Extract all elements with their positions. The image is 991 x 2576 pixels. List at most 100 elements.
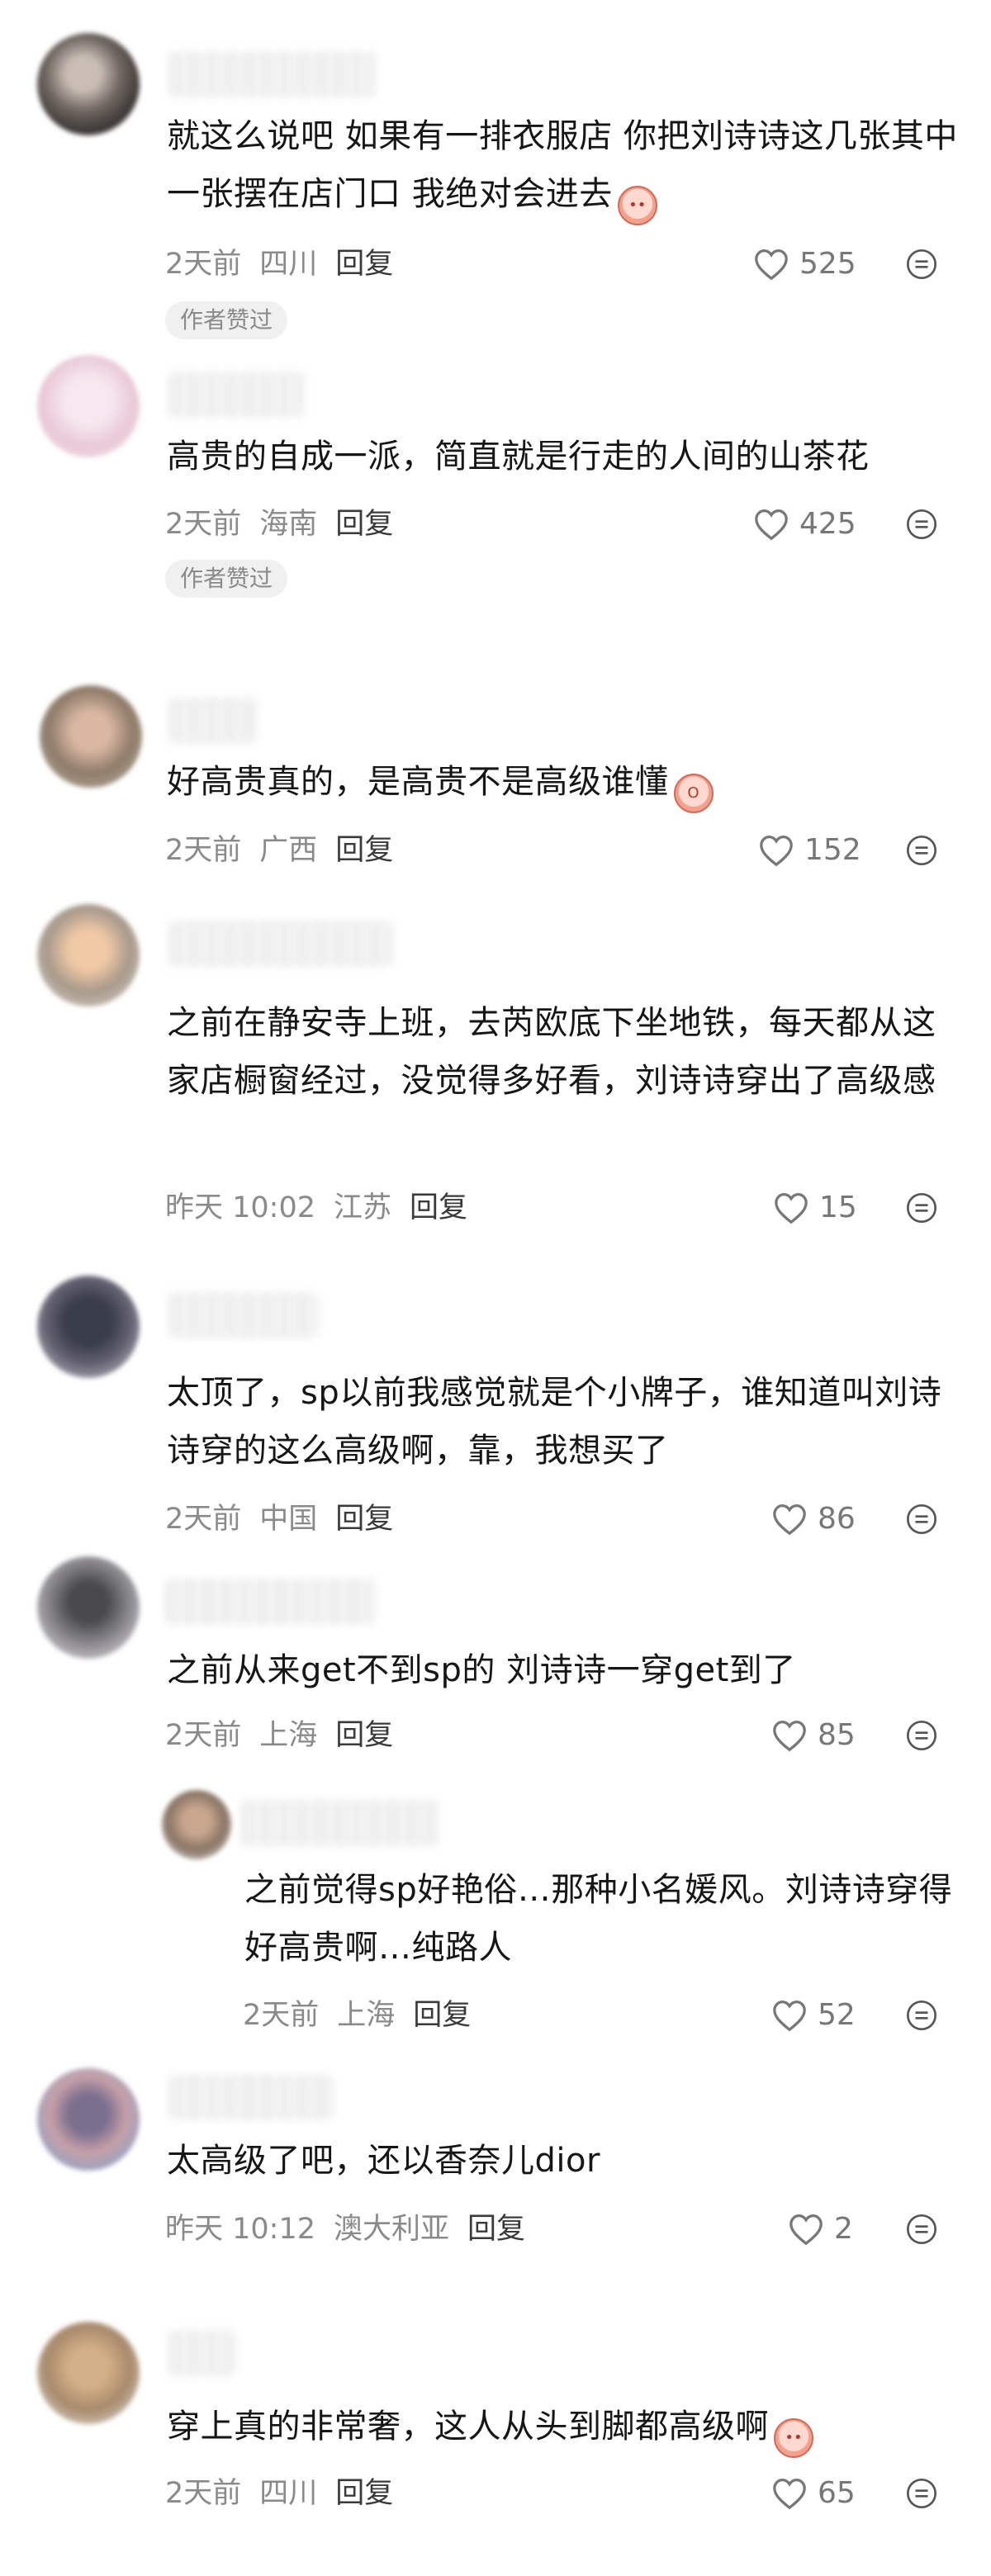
comment-time: 2天前 [243, 1999, 320, 2032]
pleading-face-emoji-icon: •• [774, 2418, 813, 2458]
reply-button[interactable]: 回复 [413, 1999, 471, 2032]
like-count: 85 [818, 1718, 856, 1752]
more-options-icon[interactable] [905, 1999, 938, 2032]
like-count: 86 [818, 1502, 856, 1536]
heart-outline-icon [789, 2214, 823, 2246]
heart-outline-icon [773, 2478, 806, 2510]
like-button[interactable]: 425 [753, 504, 856, 545]
comment-location: 四川 [259, 248, 318, 281]
like-button[interactable]: 86 [771, 1499, 856, 1540]
username-blurred[interactable] [165, 1579, 376, 1625]
like-button[interactable]: 65 [771, 2473, 856, 2514]
username-blurred[interactable] [169, 2330, 235, 2376]
comment-time: 2天前 [165, 1503, 242, 1536]
comment-meta: 2天前 四川 回复 [165, 244, 411, 285]
heart-outline-icon [755, 509, 788, 541]
crying-face-emoji-icon: •• [617, 186, 657, 225]
heart-outline-icon [773, 1720, 806, 1752]
comment-text: 就这么说吧 如果有一排衣服店 你把刘诗诗这几张其中一张摆在店门口 我绝对会进去 •… [167, 107, 960, 225]
heart-outline-icon [775, 1192, 808, 1224]
comment-text: 太顶了，sp以前我感觉就是个小牌子，谁知道叫刘诗诗穿的这么高级啊，靠，我想买了 [167, 1374, 942, 1470]
comment-text: 穿上真的非常奢，这人从头到脚都高级啊 •• [167, 2398, 960, 2458]
comment-meta: 昨天 10:12 澳大利亚 回复 [165, 2209, 543, 2250]
reply-button[interactable]: 回复 [335, 1719, 393, 1752]
avatar[interactable] [37, 355, 140, 457]
screaming-face-emoji-icon: O [673, 774, 714, 813]
comment-location: 中国 [259, 1503, 318, 1536]
avatar[interactable] [37, 1556, 140, 1659]
heart-outline-icon [760, 835, 793, 867]
reply-button[interactable]: 回复 [335, 2477, 393, 2510]
username-blurred[interactable] [241, 1800, 439, 1846]
comment-meta: 昨天 10:02 江苏 回复 [165, 1187, 486, 1229]
avatar[interactable] [37, 2322, 140, 2424]
reply-button[interactable]: 回复 [335, 834, 393, 867]
comment-time: 2天前 [165, 834, 242, 867]
heart-outline-icon [755, 249, 788, 281]
like-count: 15 [819, 1191, 857, 1224]
like-count: 2 [834, 2212, 853, 2246]
like-count: 425 [799, 507, 856, 541]
avatar[interactable] [37, 904, 140, 1006]
more-options-icon[interactable] [905, 834, 938, 867]
comment-meta: 2天前 广西 回复 [165, 830, 411, 871]
comment-location: 广西 [259, 834, 318, 867]
more-options-icon[interactable] [905, 2213, 938, 2246]
avatar[interactable] [37, 1276, 140, 1378]
comment-location: 上海 [337, 1999, 396, 2032]
author-liked-badge: 作者赞过 [165, 301, 288, 339]
comment-meta: 2天前 上海 回复 [243, 1995, 489, 2036]
more-options-icon[interactable] [905, 248, 938, 281]
reply-button[interactable]: 回复 [467, 2213, 525, 2246]
like-button[interactable]: 85 [771, 1715, 856, 1756]
username-blurred[interactable] [169, 372, 306, 418]
more-options-icon[interactable] [905, 508, 938, 541]
comment-text: 太高级了吧，还以香奈儿dior [167, 2142, 600, 2180]
username-blurred[interactable] [169, 698, 256, 744]
like-count: 152 [804, 833, 861, 867]
reply-button[interactable]: 回复 [335, 248, 393, 281]
username-blurred[interactable] [169, 2074, 334, 2120]
comment-meta: 2天前 上海 回复 [165, 1715, 411, 1756]
like-button[interactable]: 152 [758, 830, 861, 871]
comment-meta: 2天前 中国 回复 [165, 1499, 411, 1540]
heart-outline-icon [773, 1503, 806, 1536]
author-liked-badge: 作者赞过 [165, 560, 288, 598]
avatar[interactable] [162, 1790, 231, 1859]
more-options-icon[interactable] [905, 2477, 938, 2510]
more-options-icon[interactable] [905, 1719, 938, 1752]
avatar[interactable] [40, 685, 142, 788]
comment-location: 上海 [259, 1719, 318, 1752]
like-button[interactable]: 52 [771, 1995, 856, 2036]
username-blurred[interactable] [169, 1292, 318, 1338]
reply-button[interactable]: 回复 [335, 1503, 393, 1536]
like-button[interactable]: 525 [753, 244, 856, 285]
like-button[interactable]: 2 [788, 2209, 853, 2250]
reply-button[interactable]: 回复 [410, 1191, 467, 1224]
more-options-icon[interactable] [905, 1191, 938, 1224]
comment-meta: 2天前 海南 回复 [165, 504, 411, 545]
heart-outline-icon [773, 2000, 806, 2032]
comment-time: 2天前 [165, 508, 242, 541]
more-options-icon[interactable] [905, 1503, 938, 1536]
comment-time: 2天前 [165, 2477, 242, 2510]
username-blurred[interactable] [169, 51, 376, 97]
avatar[interactable] [37, 2068, 140, 2171]
comment-time: 2天前 [165, 1719, 242, 1752]
reply-button[interactable]: 回复 [335, 508, 393, 541]
comment-time: 2天前 [165, 248, 242, 281]
comment-location: 江苏 [334, 1191, 392, 1224]
comment-text: 之前从来get不到sp的 刘诗诗一穿get到了 [167, 1651, 796, 1689]
comment-location: 海南 [259, 508, 318, 541]
like-count: 52 [818, 1998, 856, 2032]
comment-text: 高贵的自成一派，简直就是行走的人间的山茶花 [167, 438, 870, 476]
comment-text: 之前在静安寺上班，去芮欧底下坐地铁，每天都从这家店橱窗经过，没觉得多好看，刘诗诗… [167, 1004, 936, 1100]
comment-text: 好高贵真的，是高贵不是高级谁懂 O [167, 753, 960, 813]
like-button[interactable]: 15 [773, 1187, 857, 1229]
comment-time: 昨天 10:12 [165, 2213, 315, 2246]
like-count: 525 [799, 247, 856, 281]
comment-location: 四川 [259, 2477, 318, 2510]
comment-text: 之前觉得sp好艳俗…那种小名媛风。刘诗诗穿得好高贵啊…纯路人 [244, 1871, 953, 1967]
avatar[interactable] [37, 33, 140, 135]
username-blurred[interactable] [169, 921, 392, 967]
